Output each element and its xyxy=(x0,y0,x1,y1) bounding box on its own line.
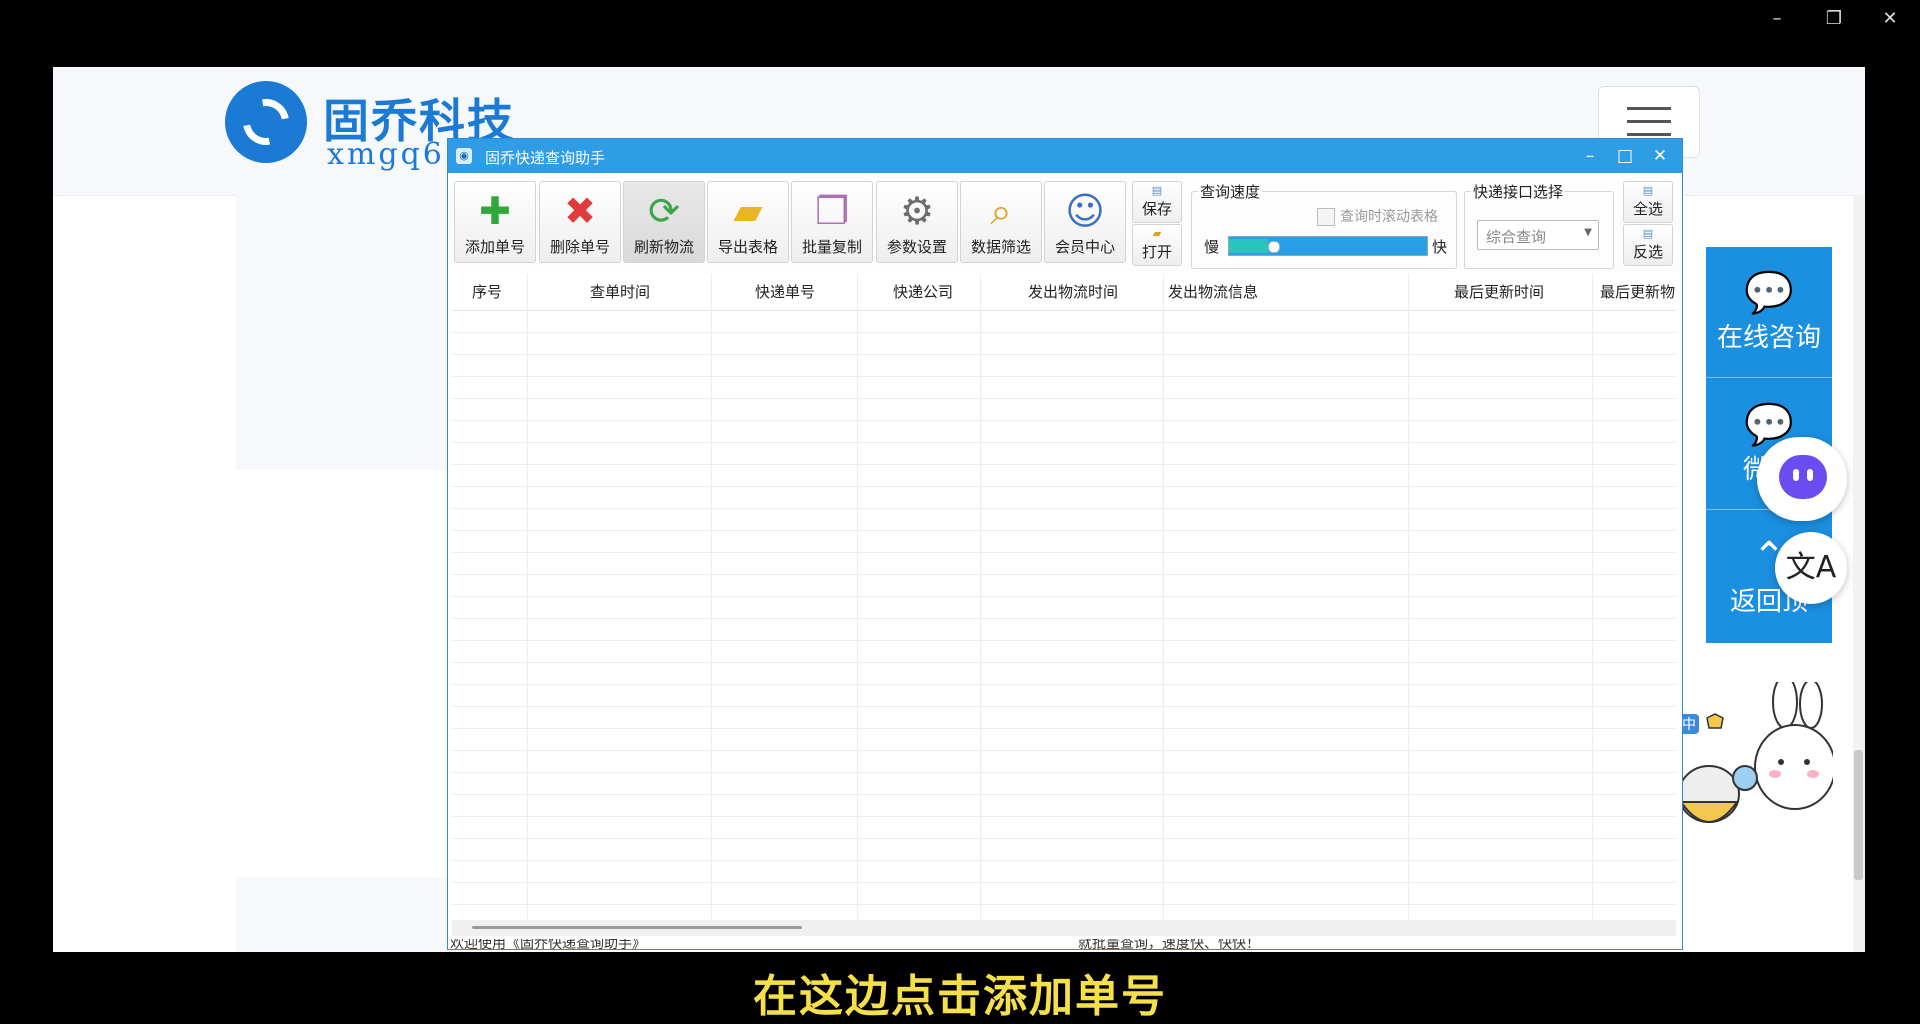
column-header[interactable]: 发出物流时间 xyxy=(1028,274,1118,310)
column-header[interactable]: 序号 xyxy=(472,274,502,310)
side-item-online-consult[interactable]: 💬 在线咨询 xyxy=(1706,247,1832,378)
logo-icon[interactable] xyxy=(225,81,307,163)
open-folder-icon: ▰ xyxy=(1152,227,1162,240)
api-select-group: 快递接口选择 综合查询 ▼ xyxy=(1464,181,1614,269)
folder-export-icon: ▰ xyxy=(733,189,763,233)
status-left-text: 欢迎使用《固乔快递查询助手》 xyxy=(450,939,646,949)
scroll-table-checkbox-label: 查询时滚动表格 xyxy=(1340,209,1438,225)
bunny-mascot-icon[interactable]: 中 xyxy=(1673,682,1833,842)
status-right-text: 就批量查询，速度快、快快！ xyxy=(1078,939,1260,949)
members-icon: ☺ xyxy=(1065,189,1105,233)
video-subtitle: 在这边点击添加单号 xyxy=(753,971,1167,1022)
batch-copy-button[interactable]: ❐ 批量复制 xyxy=(791,181,873,263)
select-all-button[interactable]: ▤ 全选 xyxy=(1623,181,1673,223)
add-number-button[interactable]: ✚ 添加单号 xyxy=(454,181,536,263)
scroll-table-checkbox[interactable] xyxy=(1317,208,1335,226)
table-horizontal-scrollbar[interactable] xyxy=(452,920,1676,936)
translate-icon: 文A xyxy=(1785,550,1837,585)
app-title: 固乔快递查询助手 xyxy=(485,149,606,167)
query-speed-slider[interactable] xyxy=(1228,236,1428,256)
query-speed-group: 查询速度 查询时滚动表格 慢 快 xyxy=(1191,181,1457,269)
save-label: 保存 xyxy=(1141,200,1172,218)
column-header[interactable]: 快递单号 xyxy=(755,274,815,310)
data-filter-button[interactable]: ⌕ 数据筛选 xyxy=(960,181,1042,263)
logo-subtitle: xmgq68 xyxy=(327,137,467,172)
page-scrollbar[interactable] xyxy=(1853,195,1865,952)
refresh-icon: ⟳ xyxy=(648,189,680,233)
app-maximize-button[interactable]: □ xyxy=(1610,143,1640,169)
query-speed-title: 查询速度 xyxy=(1198,181,1263,202)
chevron-down-icon: ▼ xyxy=(1584,227,1592,238)
app-window: ◉ 固乔快递查询助手 – □ ✕ ✚ 添加单号 ✖ 删除单号 ⟳ 刷新物流 ▰ … xyxy=(447,138,1683,950)
toolbar-button-label: 刷新物流 xyxy=(633,238,694,256)
player-minimize-button[interactable]: – xyxy=(1757,6,1797,32)
open-button[interactable]: ▰ 打开 xyxy=(1132,224,1182,266)
chat-bubble-icon: 💬 xyxy=(1744,270,1794,316)
gear-icon: ⚙ xyxy=(899,189,935,233)
results-table[interactable]: 序号 查单时间 快递单号 快递公司 发出物流时间 发出物流信息 最后更新时间 最… xyxy=(452,274,1676,919)
translate-float-button[interactable]: 文A xyxy=(1775,532,1847,604)
open-label: 打开 xyxy=(1141,243,1172,261)
column-header[interactable]: 最后更新时间 xyxy=(1454,274,1544,310)
parameter-settings-button[interactable]: ⚙ 参数设置 xyxy=(876,181,958,263)
toolbar-button-label: 导出表格 xyxy=(717,238,778,256)
magnifier-icon: ⌕ xyxy=(990,189,1012,233)
column-header[interactable]: 发出物流信息 xyxy=(1168,274,1258,310)
add-icon: ✚ xyxy=(479,189,511,233)
app-close-button[interactable]: ✕ xyxy=(1645,143,1675,169)
column-header[interactable]: 快递公司 xyxy=(893,274,953,310)
app-minimize-button[interactable]: – xyxy=(1575,143,1605,169)
speed-fast-label: 快 xyxy=(1432,238,1448,256)
query-speed-slider-knob[interactable] xyxy=(1268,241,1280,253)
speed-slow-label: 慢 xyxy=(1204,238,1220,256)
column-header[interactable]: 查单时间 xyxy=(590,274,650,310)
status-bar: 欢迎使用《固乔快递查询助手》 就批量查询，速度快、快快！ xyxy=(448,939,1682,949)
table-body[interactable] xyxy=(452,311,1676,919)
delete-number-button[interactable]: ✖ 删除单号 xyxy=(539,181,621,263)
toolbar-button-label: 参数设置 xyxy=(886,238,947,256)
side-item-label: 在线咨询 xyxy=(1716,323,1821,353)
table-header: 序号 查单时间 快递单号 快递公司 发出物流时间 发出物流信息 最后更新时间 最… xyxy=(452,274,1676,311)
save-button[interactable]: ▤ 保存 xyxy=(1132,181,1182,223)
invert-select-button[interactable]: ▤ 反选 xyxy=(1623,224,1673,266)
api-select-value: 综合查询 xyxy=(1486,228,1547,246)
toolbar-button-label: 数据筛选 xyxy=(970,238,1031,256)
copy-icon: ❐ xyxy=(814,189,850,233)
bot-face-icon xyxy=(1779,455,1827,499)
toolbar-button-label: 删除单号 xyxy=(549,238,610,256)
member-center-button[interactable]: ☺ 会员中心 xyxy=(1044,181,1126,263)
player-close-button[interactable]: ✕ xyxy=(1870,6,1910,32)
api-select-title: 快递接口选择 xyxy=(1471,181,1566,202)
select-all-icon: ▤ xyxy=(1642,184,1654,197)
save-icon: ▤ xyxy=(1151,184,1163,197)
page-scrollbar-thumb[interactable] xyxy=(1854,750,1863,880)
select-all-label: 全选 xyxy=(1632,200,1663,218)
query-speed-slider-fill xyxy=(1229,239,1268,253)
app-titlebar[interactable]: ◉ 固乔快递查询助手 – □ ✕ xyxy=(448,139,1682,173)
api-select-dropdown[interactable]: 综合查询 ▼ xyxy=(1477,220,1599,250)
scrollbar-thumb[interactable] xyxy=(472,926,802,929)
toolbar-button-label: 添加单号 xyxy=(464,238,525,256)
invert-select-icon: ▤ xyxy=(1642,227,1654,240)
player-restore-button[interactable]: ❐ xyxy=(1814,6,1854,32)
bunny-tag-label: 中 xyxy=(1682,717,1696,733)
toolbar-button-label: 批量复制 xyxy=(801,238,862,256)
toolbar-button-label: 会员中心 xyxy=(1054,238,1115,256)
ai-assistant-float-button[interactable] xyxy=(1757,437,1847,521)
app-logo-icon: ◉ xyxy=(456,148,472,164)
delete-icon: ✖ xyxy=(564,189,596,233)
invert-select-label: 反选 xyxy=(1632,243,1663,261)
app-toolbar: ✚ 添加单号 ✖ 删除单号 ⟳ 刷新物流 ▰ 导出表格 ❐ 批量复制 ⚙ 参数设… xyxy=(448,173,1682,273)
refresh-logistics-button[interactable]: ⟳ 刷新物流 xyxy=(623,181,705,263)
export-table-button[interactable]: ▰ 导出表格 xyxy=(707,181,789,263)
column-header[interactable]: 最后更新物流 xyxy=(1600,274,1676,310)
